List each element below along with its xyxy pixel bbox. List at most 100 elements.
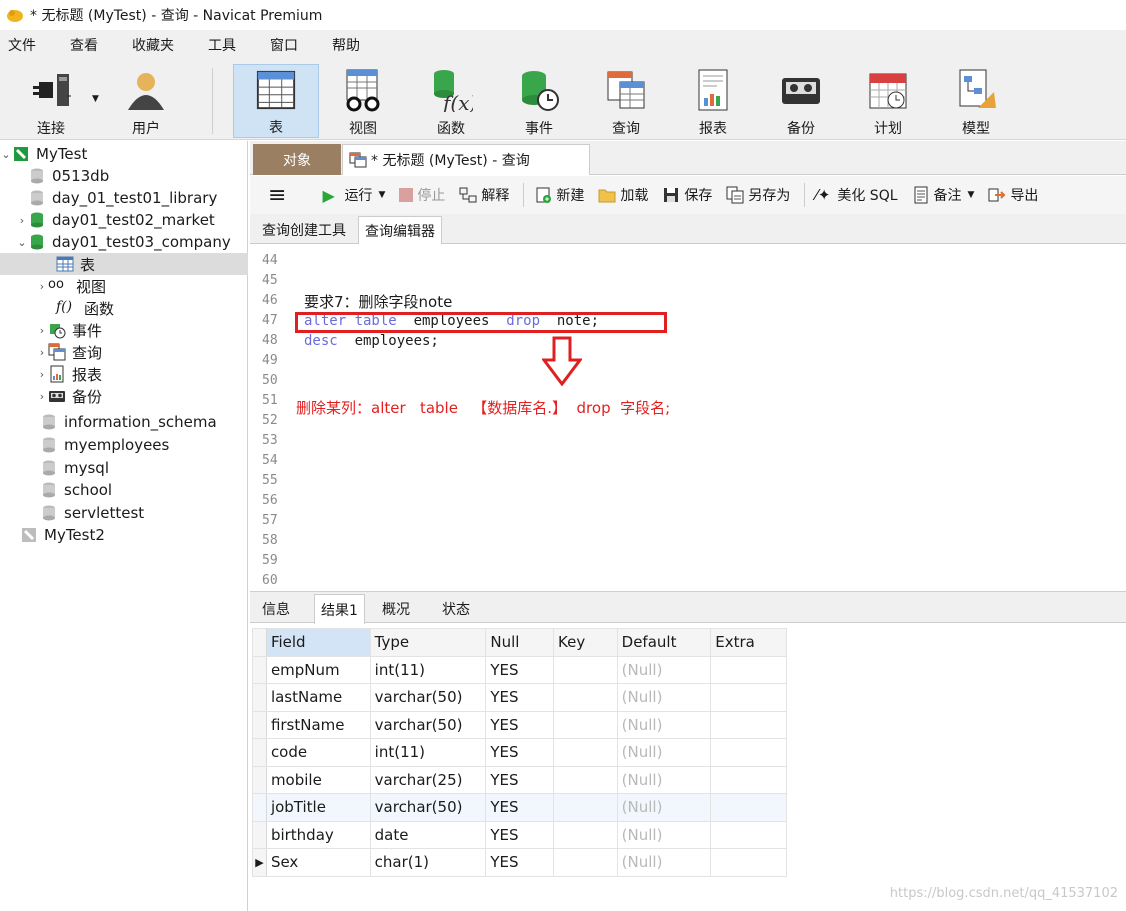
query-button[interactable]: 查询 <box>583 64 669 138</box>
cell-type[interactable]: varchar(50) <box>369 793 487 822</box>
run-button[interactable]: ▶ 运行 ▼ <box>322 185 385 205</box>
sql-editor[interactable]: 44 45 46 47 48 49 50 51 52 53 54 55 56 5… <box>250 245 1126 590</box>
table-row[interactable]: birthday date YES (Null) <box>252 820 787 849</box>
tree-tables[interactable]: 表 <box>0 253 248 275</box>
collapse-arrow-icon[interactable]: ⌄ <box>0 148 12 161</box>
menu-help[interactable]: 帮助 <box>324 35 376 55</box>
export-button[interactable]: 导出 <box>988 185 1038 205</box>
tree-db-mysql[interactable]: mysql <box>0 457 248 479</box>
event-button[interactable]: 事件 <box>496 64 582 138</box>
cell-extra[interactable] <box>710 765 787 794</box>
cell-key[interactable] <box>553 848 618 877</box>
connect-button[interactable]: 连接 <box>8 64 94 138</box>
run-dropdown-icon[interactable]: ▼ <box>378 190 385 200</box>
cell-default[interactable]: (Null) <box>616 820 712 849</box>
cell-key[interactable] <box>553 710 618 739</box>
function-button[interactable]: f(x) 函数 <box>408 64 494 138</box>
menu-window[interactable]: 窗口 <box>262 35 314 55</box>
explain-button[interactable]: 解释 <box>459 185 509 205</box>
cell-null[interactable]: YES <box>485 820 555 849</box>
load-button[interactable]: 加载 <box>598 185 648 205</box>
tab-query[interactable]: * 无标题 (MyTest) - 查询 <box>342 144 590 175</box>
stop-button[interactable]: 停止 <box>399 185 445 205</box>
tab-info[interactable]: 信息 <box>256 594 296 624</box>
cell-null[interactable]: YES <box>485 655 555 684</box>
table-row[interactable]: jobTitle varchar(50) YES (Null) <box>252 793 787 822</box>
cell-default[interactable]: (Null) <box>616 710 712 739</box>
table-row[interactable]: firstName varchar(50) YES (Null) <box>252 710 787 739</box>
cell-type[interactable]: int(11) <box>369 655 487 684</box>
tab-profile[interactable]: 概况 <box>376 594 416 624</box>
cell-extra[interactable] <box>710 738 787 767</box>
menu-favorites[interactable]: 收藏夹 <box>124 35 190 55</box>
cell-default[interactable]: (Null) <box>616 793 712 822</box>
collapse-arrow-icon[interactable]: ⌄ <box>16 236 28 249</box>
cell-field[interactable]: Sex <box>265 848 371 877</box>
cell-key[interactable] <box>553 738 618 767</box>
cell-type[interactable]: varchar(25) <box>369 765 487 794</box>
table-row[interactable]: mobile varchar(25) YES (Null) <box>252 765 787 794</box>
cell-default[interactable]: (Null) <box>616 655 712 684</box>
cell-field[interactable]: birthday <box>265 820 371 849</box>
tree-connection-mytest2[interactable]: MyTest2 <box>0 524 248 546</box>
expand-arrow-icon[interactable]: › <box>16 214 28 227</box>
tree-db-0513db[interactable]: 0513db <box>0 165 248 187</box>
tree-backups[interactable]: › 备份 <box>0 385 248 407</box>
column-header[interactable]: Type <box>369 628 487 657</box>
menu-view[interactable]: 查看 <box>62 35 114 55</box>
tab-query-builder[interactable]: 查询创建工具 <box>256 216 352 244</box>
cell-null[interactable]: YES <box>485 765 555 794</box>
cell-key[interactable] <box>553 820 618 849</box>
column-header[interactable]: Null <box>485 628 555 657</box>
column-header[interactable]: Key <box>553 628 618 657</box>
cell-type[interactable]: char(1) <box>369 848 487 877</box>
menu-file[interactable]: 文件 <box>0 35 52 55</box>
tree-views[interactable]: › oo 视图 <box>0 275 248 297</box>
tab-query-editor[interactable]: 查询编辑器 <box>358 216 442 244</box>
table-row[interactable]: lastName varchar(50) YES (Null) <box>252 683 787 712</box>
tree-functions[interactable]: f() 函数 <box>0 297 248 319</box>
table-button[interactable]: 表 <box>233 64 319 138</box>
save-as-button[interactable]: 另存为 <box>726 185 790 205</box>
expand-arrow-icon[interactable]: › <box>36 280 48 293</box>
table-row[interactable]: code int(11) YES (Null) <box>252 738 787 767</box>
cell-field[interactable]: mobile <box>265 765 371 794</box>
tree-db-servlettest[interactable]: servlettest <box>0 502 248 524</box>
cell-type[interactable]: date <box>369 820 487 849</box>
tree-db-market[interactable]: › day01_test02_market <box>0 209 248 231</box>
column-header[interactable]: Extra <box>710 628 787 657</box>
hamburger-menu-icon[interactable]: ≡ <box>268 183 286 208</box>
tree-events[interactable]: › 事件 <box>0 319 248 341</box>
column-header[interactable]: Field <box>265 628 371 657</box>
user-button[interactable]: 用户 <box>103 64 189 138</box>
cell-type[interactable]: varchar(50) <box>369 710 487 739</box>
cell-null[interactable]: YES <box>485 848 555 877</box>
schedule-button[interactable]: 计划 <box>845 64 931 138</box>
connect-dropdown-icon[interactable]: ▼ <box>92 94 99 104</box>
cell-type[interactable]: int(11) <box>369 738 487 767</box>
tree-db-library[interactable]: day_01_test01_library <box>0 187 248 209</box>
backup-button[interactable]: 备份 <box>758 64 844 138</box>
tree-db-myemployees[interactable]: myemployees <box>0 434 248 456</box>
result-grid[interactable]: Field Type Null Key Default Extra empNum… <box>252 628 787 877</box>
tree-queries[interactable]: › 查询 <box>0 341 248 363</box>
save-button[interactable]: 保存 <box>662 185 712 205</box>
cell-extra[interactable] <box>710 683 787 712</box>
expand-arrow-icon[interactable]: › <box>36 346 48 359</box>
report-button[interactable]: 报表 <box>670 64 756 138</box>
view-button[interactable]: 视图 <box>320 64 406 138</box>
new-query-button[interactable]: 新建 <box>534 185 584 205</box>
cell-extra[interactable] <box>710 655 787 684</box>
cell-default[interactable]: (Null) <box>616 738 712 767</box>
tree-reports[interactable]: › 报表 <box>0 363 248 385</box>
cell-null[interactable]: YES <box>485 710 555 739</box>
cell-extra[interactable] <box>710 793 787 822</box>
tab-status[interactable]: 状态 <box>436 594 476 624</box>
cell-key[interactable] <box>553 793 618 822</box>
table-row[interactable]: ▶ Sex char(1) YES (Null) <box>252 848 787 877</box>
cell-default[interactable]: (Null) <box>616 765 712 794</box>
cell-default[interactable]: (Null) <box>616 848 712 877</box>
model-button[interactable]: 模型 <box>933 64 1019 138</box>
cell-null[interactable]: YES <box>485 738 555 767</box>
table-row[interactable]: empNum int(11) YES (Null) <box>252 655 787 684</box>
